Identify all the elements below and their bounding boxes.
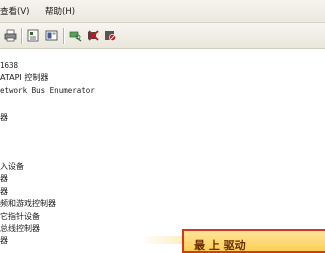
toolbar-separator [63, 28, 65, 44]
toolbar [0, 23, 325, 49]
properties-icon[interactable] [27, 29, 40, 42]
tree-item[interactable]: 总线控制器 [0, 223, 40, 234]
tree-item[interactable]: 1638 [0, 61, 18, 70]
device-tree: 1638 ATAPI 控制器 etwork Bus Enumerator 器 入… [0, 49, 325, 246]
menu-bar: 查看(V) 帮助(H) [0, 0, 325, 23]
tree-item[interactable]: 入设备 [0, 161, 24, 172]
tree-item[interactable]: 器 [0, 173, 8, 184]
tree-item[interactable]: ATAPI 控制器 [0, 72, 48, 83]
toolbar-separator [21, 28, 23, 44]
tree-item[interactable]: 频和游戏控制器 [0, 198, 56, 209]
disable-icon[interactable] [104, 29, 117, 42]
scan-hardware-icon[interactable] [69, 29, 82, 42]
tree-item[interactable]: 器 [0, 112, 8, 123]
highlight-glow [140, 236, 185, 244]
tree-item[interactable]: 器 [0, 186, 8, 197]
print-icon[interactable] [4, 29, 17, 42]
view-icon[interactable] [45, 29, 58, 42]
tree-item[interactable]: etwork Bus Enumerator [0, 86, 95, 95]
tree-item[interactable]: 它指针设备 [0, 211, 40, 222]
update-driver-popup[interactable]: 最 上 驱动 [182, 229, 325, 253]
uninstall-icon[interactable] [87, 29, 100, 42]
menu-view[interactable]: 查看(V) [0, 5, 29, 17]
popup-label: 最 上 驱动 [194, 239, 246, 252]
menu-help[interactable]: 帮助(H) [45, 5, 75, 17]
tree-item[interactable]: 器 [0, 235, 8, 246]
